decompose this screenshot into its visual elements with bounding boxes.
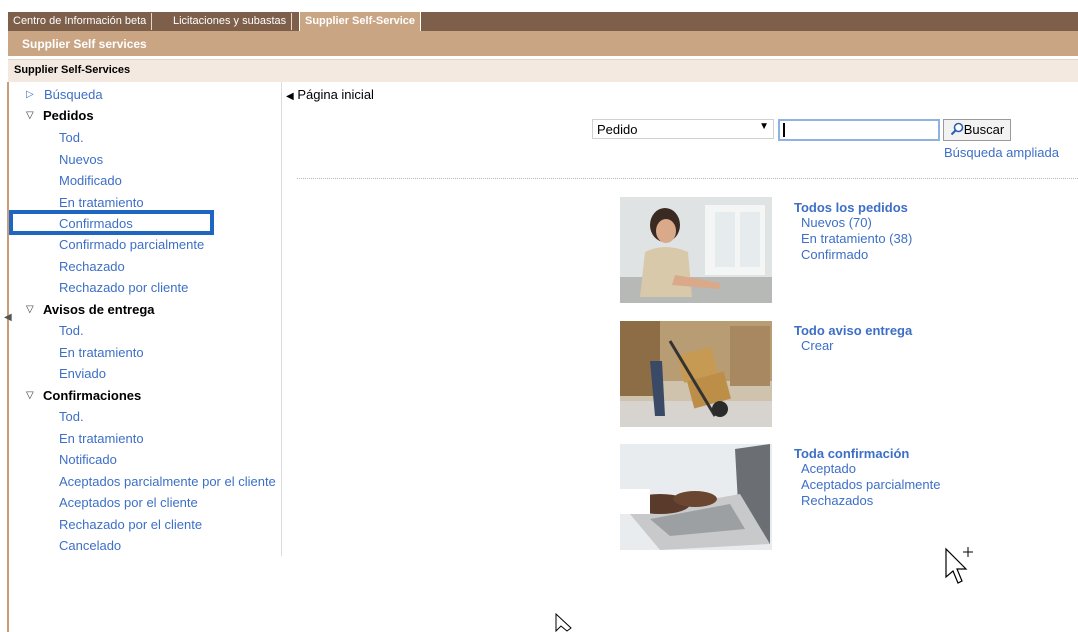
collapse-sidebar-icon[interactable]: ◀ <box>4 312 12 323</box>
pointer-cursor-icon <box>945 547 973 584</box>
sidebar-section-confirmaciones[interactable]: Confirmaciones <box>43 388 141 403</box>
separator-line <box>297 178 1078 179</box>
text-caret <box>783 123 785 137</box>
sidebar-item-conf-notificado[interactable]: Notificado <box>59 452 117 467</box>
arrow-cursor-icon <box>555 613 572 632</box>
delivery-link-crear[interactable]: Crear <box>794 338 912 354</box>
orders-link-en-tratamiento[interactable]: En tratamiento (38) <box>794 231 912 247</box>
sidebar-section-avisos[interactable]: Avisos de entrega <box>43 302 155 317</box>
confirmations-group-title[interactable]: Toda confirmación <box>794 446 940 461</box>
advanced-search-link[interactable]: Búsqueda ampliada <box>944 145 1059 160</box>
triangle-down-icon[interactable]: ▽ <box>26 390 34 401</box>
confirmations-group: Toda confirmación Aceptado Aceptados par… <box>794 446 940 509</box>
orders-group: Todos los pedidos Nuevos (70) En tratami… <box>794 200 912 263</box>
confirmations-image <box>620 444 772 550</box>
search-button[interactable]: Buscar <box>943 119 1011 141</box>
confirmations-link-rechazados[interactable]: Rechazados <box>794 493 940 509</box>
sub-header-title[interactable]: Supplier Self services <box>22 37 147 51</box>
sidebar-item-pedidos-nuevos[interactable]: Nuevos <box>59 152 103 167</box>
search-type-select[interactable]: Pedido ▼ <box>592 119 774 139</box>
tab-supplier-self-service[interactable]: Supplier Self-Service <box>299 12 422 31</box>
sidebar-item-conf-rechazado[interactable]: Rechazado por el cliente <box>59 517 202 532</box>
orders-link-confirmado[interactable]: Confirmado <box>794 247 912 263</box>
sub-header-bar: Supplier Self services <box>8 31 1078 56</box>
confirmados-highlight-box <box>9 210 214 235</box>
tab-licitaciones[interactable]: Licitaciones y subastas <box>168 13 293 30</box>
sidebar-item-pedidos-confirmado-parcialmente[interactable]: Confirmado parcialmente <box>59 237 204 252</box>
page-title: Supplier Self-Services <box>14 64 131 76</box>
sidebar-item-pedidos-tod[interactable]: Tod. <box>59 130 84 145</box>
tab-centro-informacion[interactable]: Centro de Información beta <box>8 13 153 30</box>
sidebar-item-pedidos-modificado[interactable]: Modificado <box>59 173 122 188</box>
top-tab-bar: Centro de Información beta Licitaciones … <box>8 12 1078 31</box>
delivery-image <box>620 321 772 427</box>
sidebar-item-pedidos-rechazado[interactable]: Rechazado <box>59 259 125 274</box>
sidebar-item-conf-en-tratamiento[interactable]: En tratamiento <box>59 431 144 446</box>
sidebar-item-busqueda[interactable]: Búsqueda <box>44 87 103 102</box>
page-header-bar: Supplier Self-Services <box>8 59 1078 82</box>
sidebar-item-avisos-en-tratamiento[interactable]: En tratamiento <box>59 345 144 360</box>
search-button-label: Buscar <box>963 122 1005 137</box>
sidebar-item-pedidos-en-tratamiento[interactable]: En tratamiento <box>59 195 144 210</box>
sidebar-item-conf-aceptados[interactable]: Aceptados por el cliente <box>59 495 198 510</box>
search-type-value: Pedido <box>597 122 638 137</box>
delivery-group: Todo aviso entrega Crear <box>794 323 912 354</box>
triangle-right-icon[interactable]: ▷ <box>26 89 34 100</box>
sidebar-item-conf-aceptados-parcialmente[interactable]: Aceptados parcialmente por el cliente <box>59 474 276 489</box>
dropdown-arrow-icon: ▼ <box>759 121 769 132</box>
search-icon <box>950 122 964 136</box>
sidebar-item-avisos-enviado[interactable]: Enviado <box>59 366 106 381</box>
back-to-home-link[interactable]: ◀ Página inicial <box>286 87 374 102</box>
back-label: Página inicial <box>297 87 374 102</box>
triangle-down-icon[interactable]: ▽ <box>26 110 34 121</box>
orders-image <box>620 197 772 303</box>
sidebar-item-avisos-tod[interactable]: Tod. <box>59 323 84 338</box>
confirmations-link-aceptados-parcialmente[interactable]: Aceptados parcialmente <box>794 477 940 493</box>
triangle-left-icon: ◀ <box>286 91 294 102</box>
search-input[interactable] <box>778 119 940 141</box>
sidebar-item-conf-tod[interactable]: Tod. <box>59 409 84 424</box>
sidebar-item-pedidos-rechazado-por-cliente[interactable]: Rechazado por cliente <box>59 280 188 295</box>
sidebar-item-conf-cancelado[interactable]: Cancelado <box>59 538 121 553</box>
delivery-group-title[interactable]: Todo aviso entrega <box>794 323 912 338</box>
orders-group-title[interactable]: Todos los pedidos <box>794 200 912 215</box>
sidebar-section-pedidos[interactable]: Pedidos <box>43 108 94 123</box>
orders-link-nuevos[interactable]: Nuevos (70) <box>794 215 912 231</box>
triangle-down-icon[interactable]: ▽ <box>26 304 34 315</box>
confirmations-link-aceptado[interactable]: Aceptado <box>794 461 940 477</box>
